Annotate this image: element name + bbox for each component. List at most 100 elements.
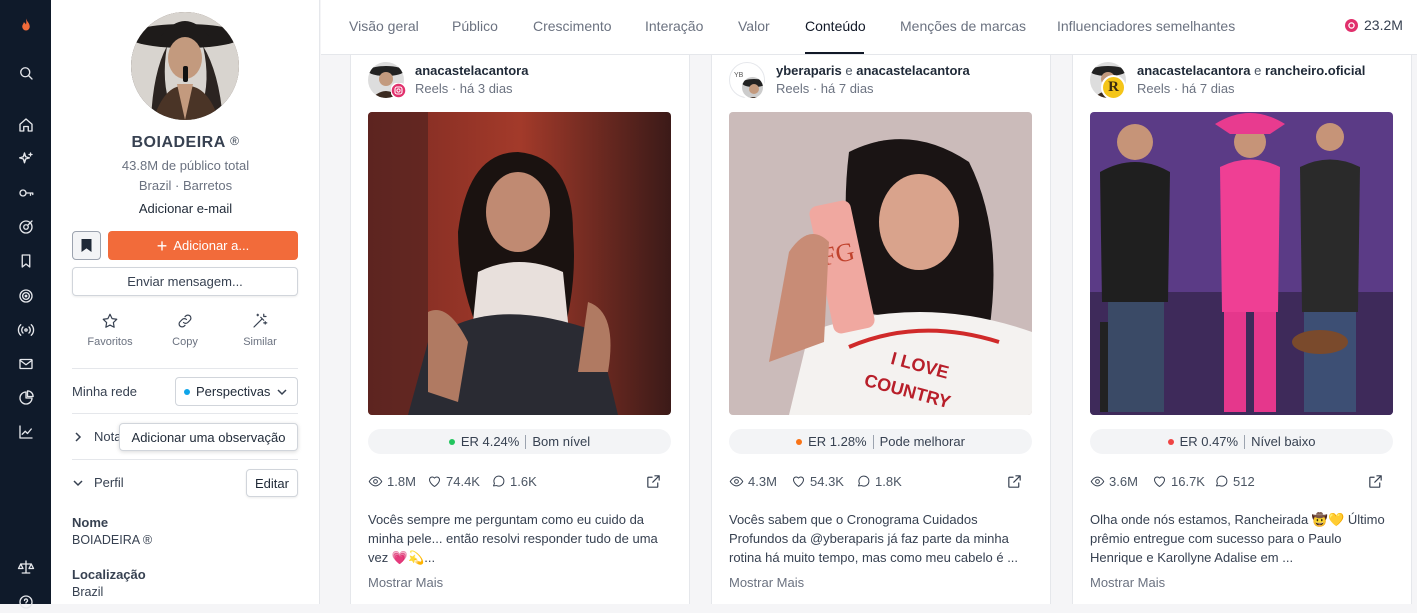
views-stat: 1.8M [368,474,416,489]
show-more-link[interactable]: Mostrar Mais [729,575,804,590]
chevron-right-icon[interactable] [72,431,84,443]
post-stats: 3.6M 16.7K 512 [1090,474,1393,492]
divider [72,459,298,460]
tab-interacao[interactable]: Interação [645,18,703,34]
tab-influenciadores-semelhantes[interactable]: Influenciadores semelhantes [1057,18,1235,34]
co-author-avatar[interactable]: R [1101,75,1126,100]
heart-icon [1154,476,1165,487]
profile-name: BOIADEIRA ® [131,134,240,151]
post-meta: Reels · há 7 dias [1137,81,1235,96]
plus-icon: + [156,235,168,256]
likes-stat: 74.4K [427,474,480,489]
similar-action[interactable]: Similar [230,312,290,348]
engagement-rate-pill: ER 0.47% Nível baixo [1090,429,1393,454]
eye-icon [368,476,383,487]
post-card: YB yberaparis e anacastelacantora Reels … [711,55,1051,604]
views-stat: 3.6M [1090,474,1138,489]
scale-icon[interactable] [14,555,37,578]
post-thumbnail[interactable]: I LOVE COUNTRY FG [729,112,1032,415]
content-area: Visão geral Público Crescimento Interaçã… [321,0,1417,604]
er-status-dot [1167,438,1174,445]
tab-crescimento[interactable]: Crescimento [533,18,612,34]
post-author-handle[interactable]: yberaparis e anacastelacantora [776,63,970,78]
mail-icon[interactable] [14,352,37,375]
post-meta: Reels · há 3 dias [415,81,513,96]
eye-icon [729,476,744,487]
likes-stat: 16.7K [1152,474,1205,489]
instagram-icon [1345,18,1358,32]
divider [72,413,298,414]
instagram-follower-count[interactable]: 23.2M [1345,17,1403,33]
post-stats: 1.8M 74.4K 1.6K [368,474,671,492]
save-bookmark-button[interactable] [72,231,101,260]
key-icon[interactable] [14,181,37,204]
comments-stat: 512 [1214,474,1255,489]
star-icon [102,313,118,328]
chevron-down-icon[interactable] [72,477,84,489]
field-location-value: Brazil [72,585,104,599]
tab-conteudo[interactable]: Conteúdo [805,18,866,34]
broadcast-icon[interactable] [14,318,37,341]
open-external-link-icon[interactable] [1367,473,1384,493]
show-more-link[interactable]: Mostrar Mais [368,575,443,590]
post-card: R anacastelacantora e rancheiro.oficial … [1072,55,1412,604]
pie-chart-icon[interactable] [14,386,37,409]
tab-mencoes-de-marcas[interactable]: Menções de marcas [900,18,1026,34]
post-thumbnail[interactable] [1090,112,1393,415]
bookmark-filled-icon [81,239,92,252]
profile-avatar [131,12,239,120]
chevron-down-icon [277,388,287,395]
likes-stat: 54.3K [791,474,844,489]
bookmark-icon[interactable] [14,249,37,272]
help-icon[interactable] [14,590,37,613]
divider [72,368,298,369]
profile-sidebar: BOIADEIRA ® 43.8M de público total Brazi… [51,0,320,604]
open-external-link-icon[interactable] [1006,473,1023,493]
comment-icon [1216,475,1228,487]
network-select[interactable]: Perspectivas [175,377,298,406]
heart-icon [793,476,804,487]
co-author-avatar[interactable] [740,75,765,100]
sparkles-icon[interactable] [14,147,37,170]
trend-chart-icon[interactable] [14,420,37,443]
post-card: anacastelacantora Reels · há 3 dias ER 4… [350,55,690,604]
radar-icon[interactable] [14,284,37,307]
flame-logo-icon[interactable] [14,14,37,37]
target-check-icon[interactable] [14,215,37,238]
tab-bar: Visão geral Público Crescimento Interaçã… [321,0,1417,55]
icon-rail [0,0,51,609]
copy-link-action[interactable]: Copy [155,312,215,348]
home-icon[interactable] [14,113,37,136]
comment-icon [858,475,870,487]
post-meta: Reels · há 7 dias [776,81,874,96]
er-status-dot [448,438,455,445]
comment-icon [493,475,505,487]
comments-stat: 1.6K [491,474,537,489]
field-location-label: Localização [72,567,146,582]
profile-section-label[interactable]: Perfil [94,475,124,490]
open-external-link-icon[interactable] [645,473,662,493]
post-author-handle[interactable]: anacastelacantora e rancheiro.oficial [1137,63,1365,78]
heart-icon [429,476,440,487]
add-email-link[interactable]: Adicionar e-mail [51,201,320,216]
search-icon[interactable] [14,61,37,84]
svg-text:YB: YB [734,72,744,79]
eye-icon [1090,476,1105,487]
favorites-action[interactable]: Favoritos [80,312,140,348]
tab-publico[interactable]: Público [452,18,498,34]
show-more-link[interactable]: Mostrar Mais [1090,575,1165,590]
field-name-label: Nome [72,515,109,530]
views-stat: 4.3M [729,474,777,489]
post-caption: Vocês sempre me perguntam como eu cuido … [368,512,658,565]
post-caption: Vocês sabem que o Cronograma Cuidados Pr… [729,512,1019,565]
tab-visao-geral[interactable]: Visão geral [349,18,419,34]
add-to-list-button[interactable]: + Adicionar a... [108,231,298,260]
post-author-handle[interactable]: anacastelacantora [415,63,528,78]
post-thumbnail[interactable] [368,112,671,415]
send-message-button[interactable]: Enviar mensagem... [72,267,298,296]
tab-valor[interactable]: Valor [738,18,770,34]
link-icon [178,314,192,328]
add-note-tooltip[interactable]: Adicionar uma observação [119,423,298,451]
engagement-rate-pill: ER 1.28% Pode melhorar [729,429,1032,454]
edit-profile-button[interactable]: Editar [246,469,298,497]
